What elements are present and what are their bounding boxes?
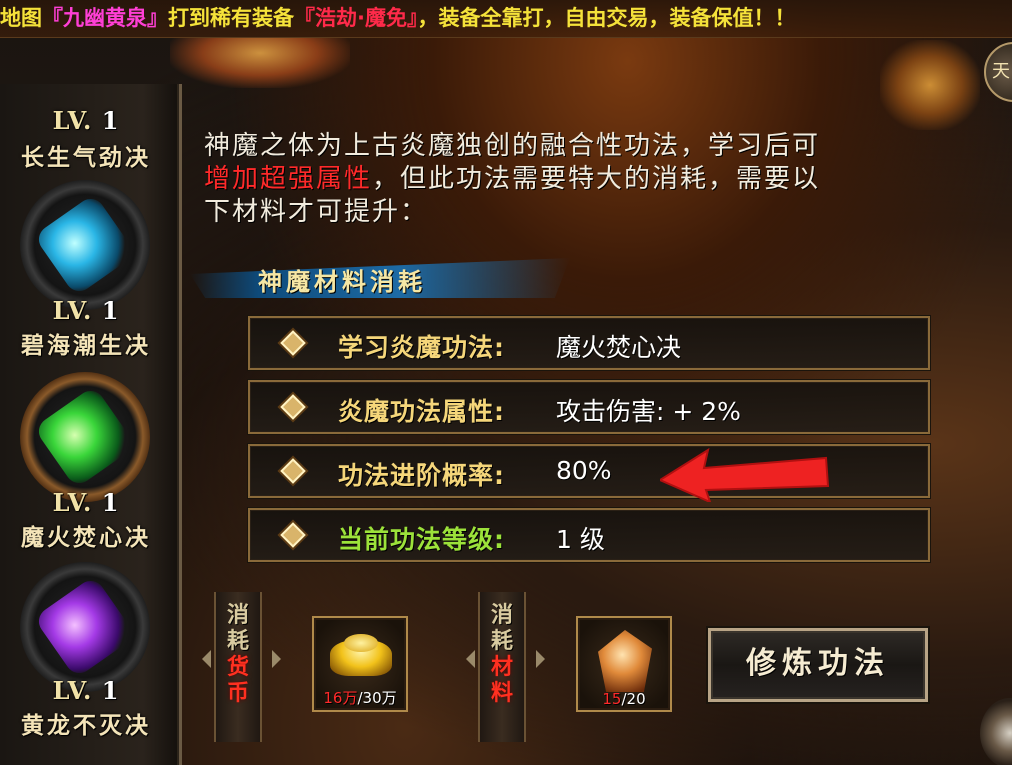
info-label: 功法进阶概率: [338,461,505,490]
description-highlight: 增加超强属性 [204,164,373,194]
info-value: 魔火焚心决 [556,333,682,362]
skill-level: LV. 1 [52,296,120,325]
skill-name: 长生气劲决 [21,145,151,171]
chevron-left-icon [466,650,475,668]
skill-level: LV. 1 [52,676,120,705]
skill-level: LV. 1 [52,488,120,517]
label-char: 材 [490,654,513,680]
material-slot[interactable]: 15/20 [576,616,672,712]
flame-decoration [170,38,350,88]
info-row-learn: 学习炎魔功法: 魔火焚心决 [248,316,930,370]
skill-item-mohuo[interactable]: LV. 1 魔火焚心决 [0,372,172,552]
skill-level: LV. 1 [52,106,120,135]
marquee-bar: 地图『九幽黄泉』打到稀有装备『浩劫·魔免』，装备全靠打，自由交易，装备保值！！ [0,0,1012,38]
skill-name: 魔火焚心决 [21,525,151,551]
gold-ingot-top [344,634,378,652]
description-line-2: 增加超强属性，但此功法需要特大的消耗，需要以 [204,164,821,194]
label-char: 货 [226,654,249,680]
skill-item-bihai[interactable]: LV. 1 碧海潮生决 [0,180,172,360]
marquee-middle: 打到稀有装备 [168,6,294,30]
info-row-level: 当前功法等级: 1 级 [248,508,930,562]
skill-item-changsheng[interactable]: LV. 1 长生气劲决 [0,84,172,171]
info-value: 攻击伤害: + 2% [556,397,741,426]
skill-name: 碧海潮生决 [21,333,151,359]
diamond-bullet-icon [280,458,306,484]
section-title: 神魔材料消耗 [258,267,426,296]
corner-ring-decoration [980,698,1012,765]
description-line-1: 神魔之体为上古炎魔独创的融合性功法，学习后可 [204,131,821,161]
currency-slot[interactable]: 16万/30万 [312,616,408,712]
marquee-prefix: 地图 [0,6,42,30]
corner-menu-button[interactable]: 天 [984,42,1012,102]
train-skill-button[interactable]: 修炼功法 [708,628,928,702]
label-char: 币 [226,680,249,706]
chevron-right-icon [272,650,281,668]
label-char: 消 [226,602,249,628]
diamond-bullet-icon [280,394,306,420]
material-count: 15/20 [602,690,646,708]
marquee-suffix: ，装备全靠打，自由交易，装备保值！！ [417,6,796,30]
red-arrow-icon [660,447,830,502]
corner-menu-label: 天 [992,61,1010,82]
info-value: 80% [556,456,612,485]
skill-item-huanglong[interactable]: LV. 1 黄龙不灭决 [0,562,172,752]
diamond-bullet-icon [280,522,306,548]
consume-material-label: 消 耗 材 料 [478,592,526,742]
label-char: 料 [490,680,513,706]
description-line-3: 下材料才可提升： [204,197,429,227]
skill-name: 黄龙不灭决 [21,713,151,739]
marquee-item-name: 『浩劫·魔免』 [294,6,418,30]
label-char: 耗 [226,628,249,654]
label-char: 消 [490,602,513,628]
chevron-right-icon [536,650,545,668]
skill-list: LV. 1 长生气劲决 LV. 1 碧海潮生决 LV. 1 魔火焚心决 LV. … [0,84,182,765]
chevron-left-icon [202,650,211,668]
diamond-bullet-icon [280,330,306,356]
info-label: 当前功法等级: [338,525,505,554]
info-value: 1 级 [556,525,605,554]
info-row-attribute: 炎魔功法属性: 攻击伤害: + 2% [248,380,930,434]
crystal-ore-icon [598,630,652,692]
gold-effect-decoration [880,40,980,130]
currency-count: 16万/30万 [323,689,397,707]
consume-currency-label: 消 耗 货 币 [214,592,262,742]
info-label: 炎魔功法属性: [338,397,505,426]
info-label: 学习炎魔功法: [338,333,505,362]
marquee-map-name: 『九幽黄泉』 [42,6,168,30]
skill-description: 神魔之体为上古炎魔独创的融合性功法，学习后可 增加超强属性，但此功法需要特大的消… [204,130,994,229]
label-char: 耗 [490,628,513,654]
